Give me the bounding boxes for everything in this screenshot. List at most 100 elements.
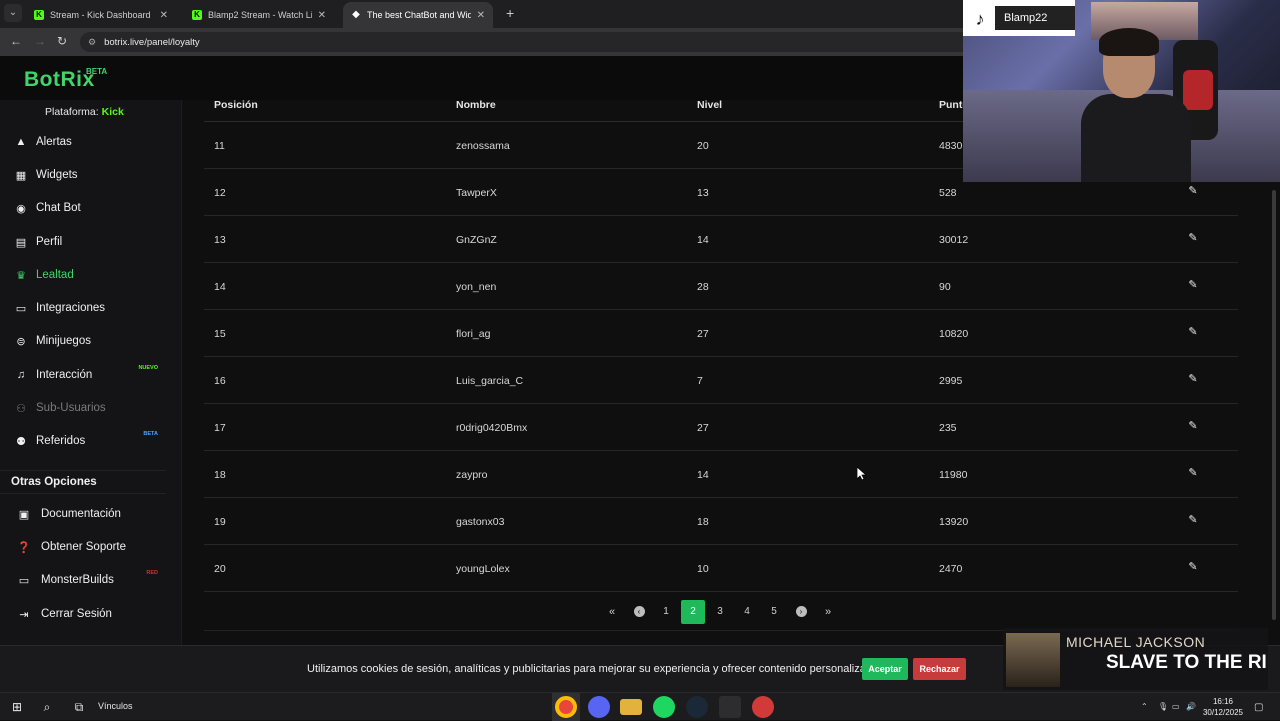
sidebar-item-chatbot[interactable]: ◉ Chat Bot: [0, 196, 166, 220]
last-page-icon[interactable]: »: [816, 600, 840, 624]
sidebar-item-monsterbuilds[interactable]: ▭ MonsterBuilds RED: [0, 568, 166, 592]
music-artist: MICHAEL JACKSON: [1066, 634, 1206, 650]
forward-icon[interactable]: →: [34, 34, 46, 48]
row-position: 14: [214, 281, 226, 293]
logout-icon: ⇥: [19, 608, 29, 621]
row-points: 11980: [939, 469, 968, 481]
url-text: botrix.live/panel/loyalty: [104, 36, 200, 48]
table-row: 19 gastonx03 18 13920 ✎: [204, 498, 1238, 545]
row-points: 13920: [939, 516, 969, 528]
sidebar-item-interaccion[interactable]: ♫ Interacción NUEVO: [0, 363, 166, 387]
sidebar-item-integraciones[interactable]: ▭ Integraciones: [0, 296, 166, 320]
first-page-icon[interactable]: «: [600, 600, 624, 624]
row-name: youngLolex: [456, 563, 510, 575]
page-3[interactable]: 3: [708, 600, 732, 624]
now-playing-overlay: MICHAEL JACKSON SLAVE TO THE RI: [1003, 628, 1268, 690]
header-name: Nombre: [456, 99, 496, 111]
spotify-icon[interactable]: [653, 696, 675, 718]
edit-icon[interactable]: ✎: [1186, 419, 1200, 433]
chrome-icon[interactable]: [555, 696, 577, 718]
row-position: 19: [214, 516, 226, 528]
edit-icon[interactable]: ✎: [1186, 325, 1200, 339]
discord-icon[interactable]: [588, 696, 610, 718]
page-1[interactable]: 1: [654, 600, 678, 624]
red-badge: RED: [146, 570, 158, 576]
edit-icon[interactable]: ✎: [1186, 184, 1200, 198]
album-cover: [1006, 633, 1060, 687]
volume-icon[interactable]: 🔊: [1186, 702, 1196, 711]
task-view-icon[interactable]: ⧉: [70, 698, 88, 716]
sidebar-item-lealtad[interactable]: ♛ Lealtad: [0, 263, 166, 287]
row-position: 18: [214, 469, 226, 481]
cookie-message: Utilizamos cookies de sesión, analíticas…: [307, 663, 882, 675]
file-explorer-icon[interactable]: [620, 699, 642, 715]
windows-start-icon[interactable]: ⊞: [8, 698, 26, 716]
microphone-icon[interactable]: 🎙: [1158, 702, 1168, 711]
sidebar-item-perfil[interactable]: ▤ Perfil: [0, 230, 166, 254]
browser-tab-active[interactable]: ◆ The best ChatBot and Widgets ✕: [343, 2, 493, 28]
row-name: gastonx03: [456, 516, 505, 528]
edit-icon[interactable]: ✎: [1186, 278, 1200, 292]
site-info-icon[interactable]: ⚙: [88, 37, 96, 48]
page-4[interactable]: 4: [735, 600, 759, 624]
search-icon[interactable]: ⌕: [38, 698, 56, 716]
botrix-icon: ◆: [352, 9, 360, 20]
browser-tab[interactable]: K Blamp2 Stream - Watch Live on ✕: [184, 2, 334, 28]
next-page-icon[interactable]: ›: [789, 600, 813, 624]
reject-cookies-button[interactable]: Rechazar: [913, 658, 966, 680]
header-position: Posición: [214, 99, 258, 111]
tray-overflow-icon[interactable]: ⌃: [1141, 702, 1148, 711]
people-icon: ⚉: [16, 435, 26, 448]
pagination: « ‹ 1 2 3 4 5 › »: [600, 600, 843, 624]
row-level: 13: [697, 187, 709, 199]
beta-badge: BETA: [143, 431, 158, 437]
edit-icon[interactable]: ✎: [1186, 466, 1200, 480]
sidebar-item-subusuarios[interactable]: ⚇ Sub-Usuarios: [0, 396, 166, 420]
row-points: 2995: [939, 375, 963, 387]
page-scrollbar[interactable]: [1272, 190, 1276, 620]
tiktok-username: Blamp22: [995, 6, 1075, 30]
sidebar-item-referidos[interactable]: ⚉ Referidos BETA: [0, 429, 166, 453]
section-title-otras-opciones: Otras Opciones: [0, 470, 166, 494]
new-tab-button[interactable]: +: [506, 5, 514, 21]
reload-icon[interactable]: ↻: [57, 34, 67, 48]
close-icon[interactable]: ✕: [160, 10, 168, 21]
row-points: 4830: [939, 140, 963, 152]
links-toolbar-label[interactable]: Vínculos: [98, 701, 133, 711]
row-points: 528: [939, 187, 957, 199]
edit-icon[interactable]: ✎: [1186, 560, 1200, 574]
sidebar-item-widgets[interactable]: ▦ Widgets: [0, 163, 166, 187]
system-clock[interactable]: 16:16 30/12/2025: [1198, 696, 1248, 718]
row-name: zaypro: [456, 469, 488, 481]
close-icon[interactable]: ✕: [318, 10, 326, 21]
close-icon[interactable]: ✕: [477, 10, 485, 21]
botrix-logo[interactable]: BotRix: [24, 68, 95, 92]
browser-tab[interactable]: K Stream - Kick Dashboard ✕: [26, 2, 176, 28]
network-icon[interactable]: ▭: [1172, 702, 1180, 711]
app-icon[interactable]: [752, 696, 774, 718]
notifications-icon[interactable]: ▢: [1254, 702, 1263, 713]
table-row: 17 r0drig0420Bmx 27 235 ✎: [204, 404, 1238, 451]
row-name: TawperX: [456, 187, 497, 199]
sidebar-item-minijuegos[interactable]: ⊜ Minijuegos: [0, 329, 166, 353]
row-points: 235: [939, 422, 957, 434]
edit-icon[interactable]: ✎: [1186, 231, 1200, 245]
accept-cookies-button[interactable]: Aceptar: [862, 658, 908, 680]
prev-page-icon[interactable]: ‹: [627, 600, 651, 624]
sidebar-item-documentacion[interactable]: ▣ Documentación: [0, 502, 166, 526]
warning-icon: ▲: [15, 136, 27, 148]
page-2-current[interactable]: 2: [681, 600, 705, 624]
back-icon[interactable]: ←: [10, 34, 22, 48]
sidebar-item-cerrar-sesion[interactable]: ⇥ Cerrar Sesión: [0, 602, 166, 626]
edit-icon[interactable]: ✎: [1186, 513, 1200, 527]
tab-title: The best ChatBot and Widgets: [367, 10, 471, 20]
edit-icon[interactable]: ✎: [1186, 372, 1200, 386]
row-position: 13: [214, 234, 226, 246]
steam-icon[interactable]: [686, 696, 708, 718]
sidebar-item-soporte[interactable]: ❓ Obtener Soporte: [0, 535, 166, 559]
laptop-icon: ▭: [18, 574, 30, 587]
page-5[interactable]: 5: [762, 600, 786, 624]
epic-games-icon[interactable]: [719, 696, 741, 718]
tab-search-button[interactable]: ⌄: [4, 4, 22, 22]
sidebar-item-alertas[interactable]: ▲ Alertas: [0, 130, 166, 154]
